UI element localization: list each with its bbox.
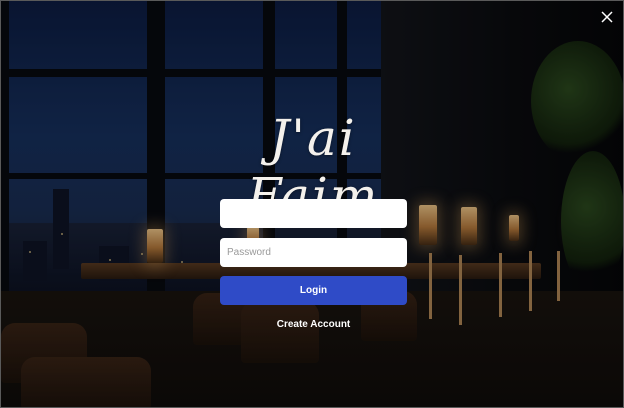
password-field[interactable] — [220, 238, 407, 267]
username-field[interactable] — [220, 199, 407, 228]
login-window: J'ai Faim Login Create Account — [0, 0, 624, 408]
create-account-link[interactable]: Create Account — [220, 319, 407, 330]
close-button[interactable] — [599, 9, 615, 25]
login-button[interactable]: Login — [220, 276, 407, 305]
close-icon — [601, 11, 613, 23]
